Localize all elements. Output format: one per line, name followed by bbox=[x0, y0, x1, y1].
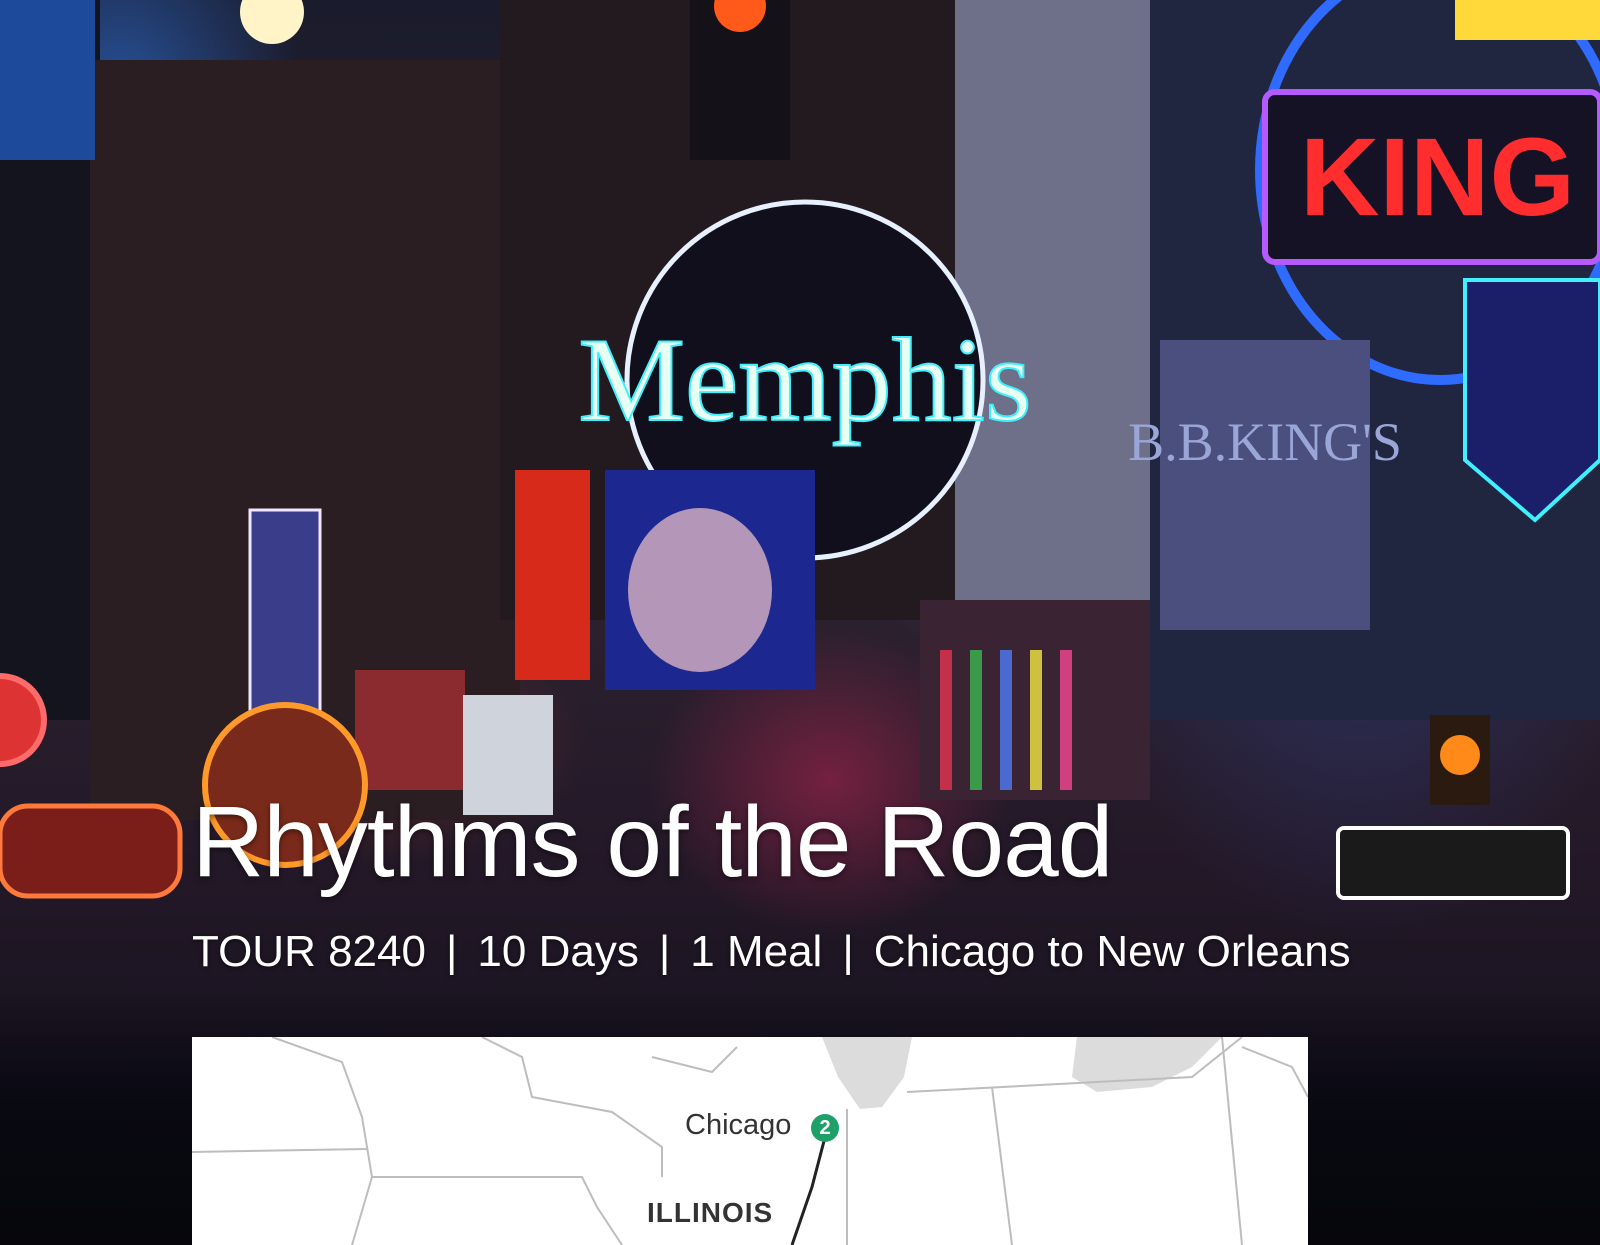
route-map[interactable]: Chicago 2 ILLINOIS bbox=[192, 1037, 1308, 1245]
map-stop-badge[interactable]: 2 bbox=[811, 1114, 839, 1142]
street-lamp bbox=[240, 0, 304, 44]
tour-title: Rhythms of the Road bbox=[192, 786, 1113, 898]
lake-michigan bbox=[822, 1037, 912, 1109]
route-line bbox=[790, 1140, 826, 1245]
map-state-label: ILLINOIS bbox=[647, 1197, 774, 1228]
bb-kings-sign bbox=[1160, 340, 1370, 630]
one-way-sign bbox=[1336, 826, 1570, 900]
tour-details: TOUR 8240 | 10 Days | 1 Meal | Chicago to New … bbox=[192, 927, 1351, 976]
separator: | bbox=[445, 927, 458, 976]
separator: | bbox=[658, 927, 671, 976]
skull-face bbox=[628, 508, 772, 672]
king-sign-text: KING bbox=[1300, 116, 1575, 239]
tour-duration: 10 Days bbox=[477, 927, 639, 976]
tour-route: Chicago to New Orleans bbox=[873, 927, 1351, 976]
red-sign bbox=[355, 670, 465, 790]
tour-meals: 1 Meal bbox=[690, 927, 823, 976]
tour-code: TOUR 8240 bbox=[192, 927, 426, 976]
memphis-neon-text: Memphis bbox=[578, 313, 1031, 446]
evening-sky bbox=[0, 0, 95, 160]
separator: | bbox=[842, 927, 854, 976]
schwab-sign bbox=[0, 803, 183, 899]
superior-sign bbox=[248, 508, 322, 732]
lake-erie bbox=[1072, 1037, 1222, 1092]
neon-sign-orange bbox=[515, 470, 590, 680]
map-city-label: Chicago bbox=[685, 1109, 792, 1141]
bb-kings-text: B.B.KING'S bbox=[1128, 412, 1402, 472]
yellow-neon-top bbox=[1455, 0, 1600, 40]
state-border bbox=[271, 1037, 374, 1245]
